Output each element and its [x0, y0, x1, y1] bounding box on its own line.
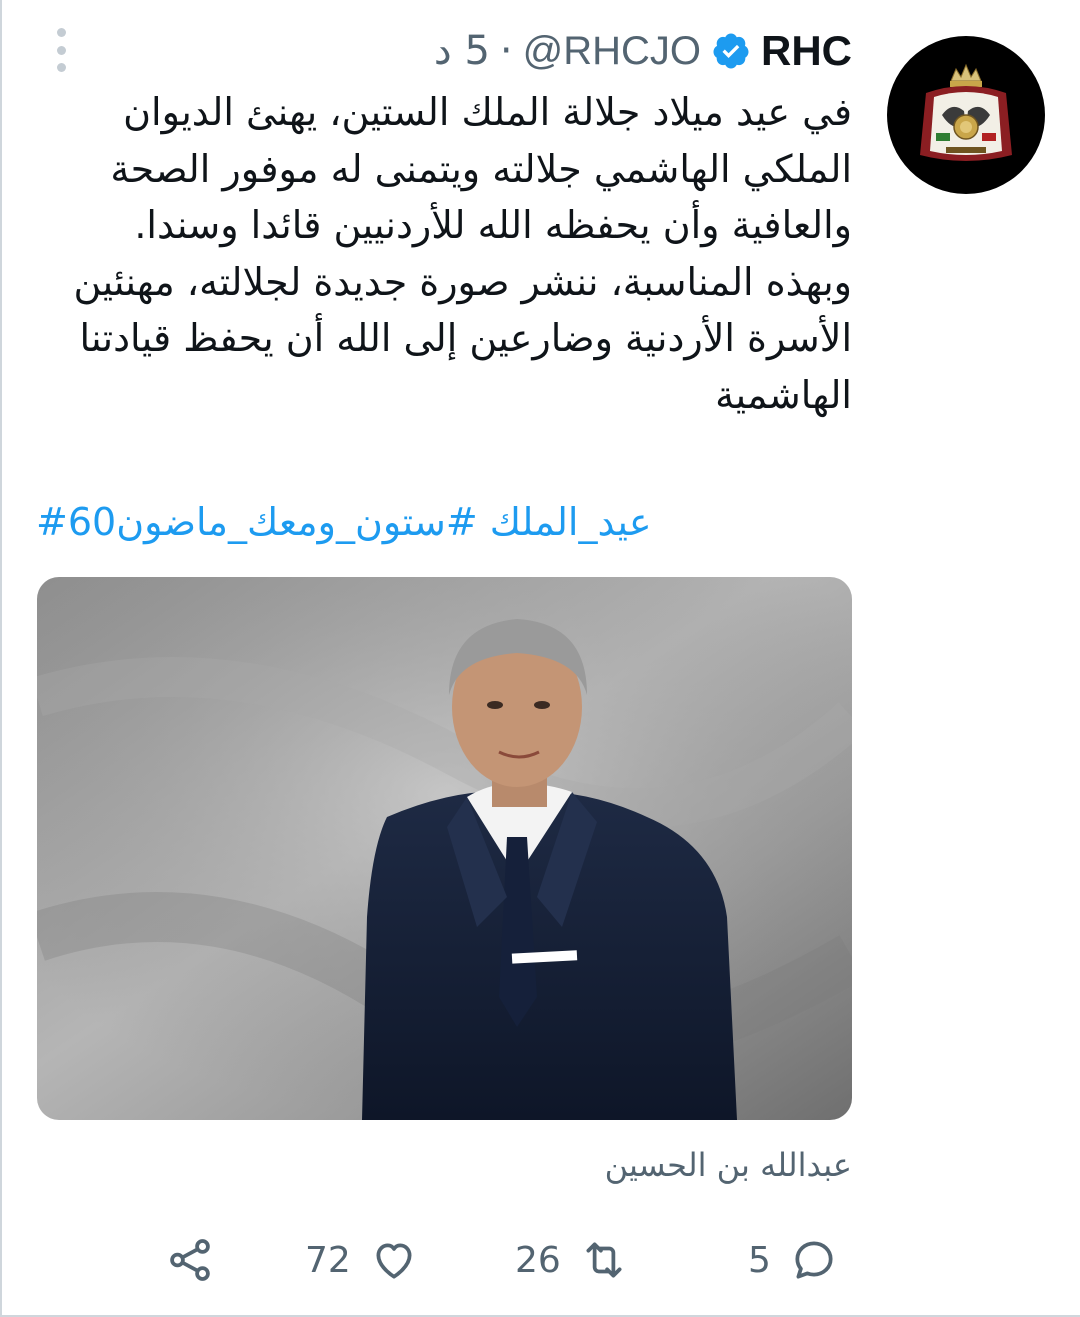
more-vertical-icon[interactable] [46, 28, 76, 72]
tweet-text-line: وبهذه المناسبة، ننشر صورة جديدة لجلالته،… [73, 259, 852, 304]
portrait-image [37, 577, 852, 1120]
coat-of-arms-logo [920, 63, 1012, 161]
retweet-icon [586, 1242, 622, 1278]
verified-badge-icon [713, 33, 749, 69]
tweet-text-line: الملكي الهاشمي جلالته ويتمنى له موفور ال… [110, 146, 852, 191]
tweet-photo[interactable] [37, 577, 852, 1120]
share-icon [170, 1239, 210, 1281]
retweet-button[interactable]: 26 [515, 1230, 629, 1290]
display-name[interactable]: RHC [761, 27, 852, 75]
retweet-count: 26 [515, 1239, 561, 1281]
reply-button[interactable]: 5 [748, 1230, 839, 1290]
header-separator: · [499, 28, 513, 74]
tweet-text: في عيد ميلاد جلالة الملك الستين، يهنئ ال… [52, 84, 852, 423]
avatar[interactable] [887, 36, 1045, 194]
tweet-text-line: الهاشمية [715, 372, 852, 417]
left-frame-border [0, 0, 2, 1317]
tweet-text-line: في عيد ميلاد جلالة الملك الستين، يهنئ ال… [123, 90, 852, 134]
hashtags[interactable]: #60عيد_الملك #ستون_ومعك_ماضون [36, 500, 652, 544]
action-bar: 5 26 72 [0, 1230, 1080, 1290]
photo-caption[interactable]: عبدالله بن الحسين [605, 1146, 852, 1184]
tweet-text-line: الأسرة الأردنية وضارعين إلى الله أن يحفظ… [79, 316, 852, 360]
like-count: 72 [305, 1239, 351, 1281]
tweet-time[interactable]: 5 د [434, 28, 490, 74]
tweet-header: 5 د · @RHCJO RHC [434, 26, 852, 76]
user-handle[interactable]: @RHCJO [523, 29, 701, 74]
tweet-text-line: والعافية وأن يحفظه الله للأردنيين قائدا … [134, 203, 852, 247]
like-button[interactable]: 72 [305, 1230, 419, 1290]
reply-icon [795, 1241, 833, 1279]
like-icon [376, 1243, 412, 1279]
share-button[interactable] [165, 1230, 215, 1290]
reply-count: 5 [748, 1239, 771, 1281]
